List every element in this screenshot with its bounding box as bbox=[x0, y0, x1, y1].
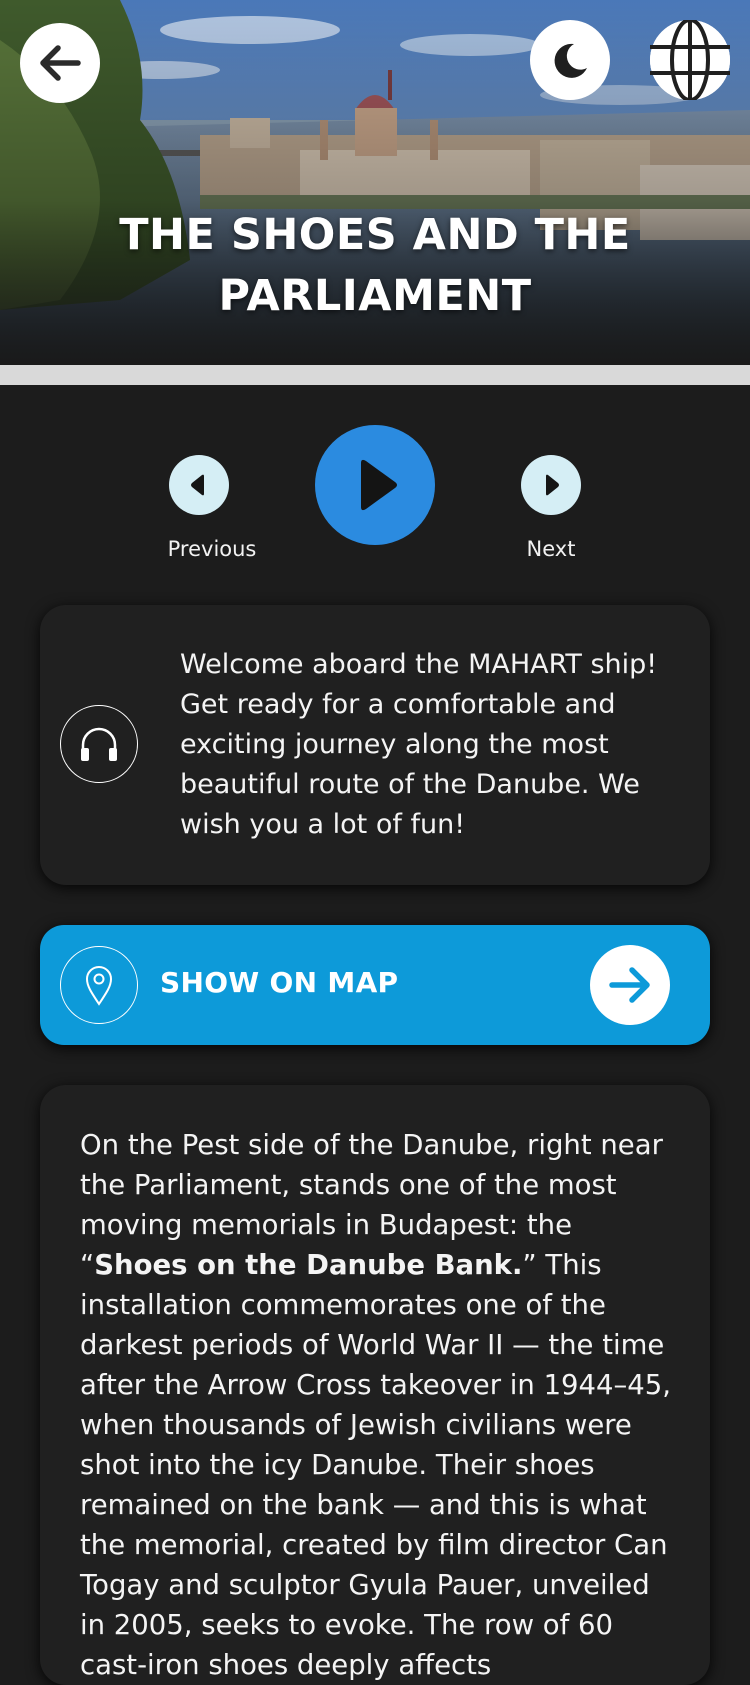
hero-banner: THE SHOES AND THE PARLIAMENT bbox=[0, 0, 750, 365]
next-label[interactable]: Next bbox=[481, 537, 621, 561]
arrow-left-icon bbox=[40, 45, 81, 81]
welcome-text: Welcome aboard the MAHART ship! Get read… bbox=[180, 649, 658, 840]
story-card: On the Pest side of the Danube, right ne… bbox=[40, 1085, 710, 1685]
show-on-map-button[interactable]: SHOW ON MAP bbox=[40, 925, 710, 1045]
headphones-icon bbox=[60, 705, 138, 783]
globe-icon bbox=[650, 20, 730, 100]
story-text: On the Pest side of the Danube, right ne… bbox=[80, 1125, 680, 1685]
previous-label[interactable]: Previous bbox=[142, 537, 282, 561]
language-button[interactable] bbox=[650, 20, 730, 100]
page-title-line2: PARLIAMENT bbox=[218, 271, 532, 321]
arrow-right-icon bbox=[609, 967, 650, 1003]
back-button[interactable] bbox=[20, 23, 100, 103]
dark-mode-toggle[interactable] bbox=[530, 20, 610, 100]
page-title-line1: THE SHOES AND THE bbox=[119, 210, 631, 260]
moon-icon bbox=[554, 43, 587, 78]
location-pin-icon bbox=[60, 946, 138, 1024]
previous-icon bbox=[191, 474, 204, 496]
welcome-card: Welcome aboard the MAHART ship! Get read… bbox=[40, 605, 710, 885]
show-on-map-label: SHOW ON MAP bbox=[160, 966, 399, 999]
play-button[interactable] bbox=[315, 425, 435, 545]
hero-divider bbox=[0, 365, 750, 385]
next-icon bbox=[546, 474, 559, 496]
map-arrow-button[interactable] bbox=[590, 945, 670, 1025]
next-button[interactable] bbox=[521, 455, 581, 515]
story-text-highlight: Shoes on the Danube Bank. bbox=[94, 1249, 523, 1281]
play-icon bbox=[361, 459, 397, 511]
audio-player: Previous Next bbox=[0, 385, 750, 585]
page-title: THE SHOES AND THE PARLIAMENT bbox=[0, 205, 750, 327]
story-text-part2: ” This installation commemorates one of … bbox=[80, 1249, 672, 1681]
previous-button[interactable] bbox=[169, 455, 229, 515]
